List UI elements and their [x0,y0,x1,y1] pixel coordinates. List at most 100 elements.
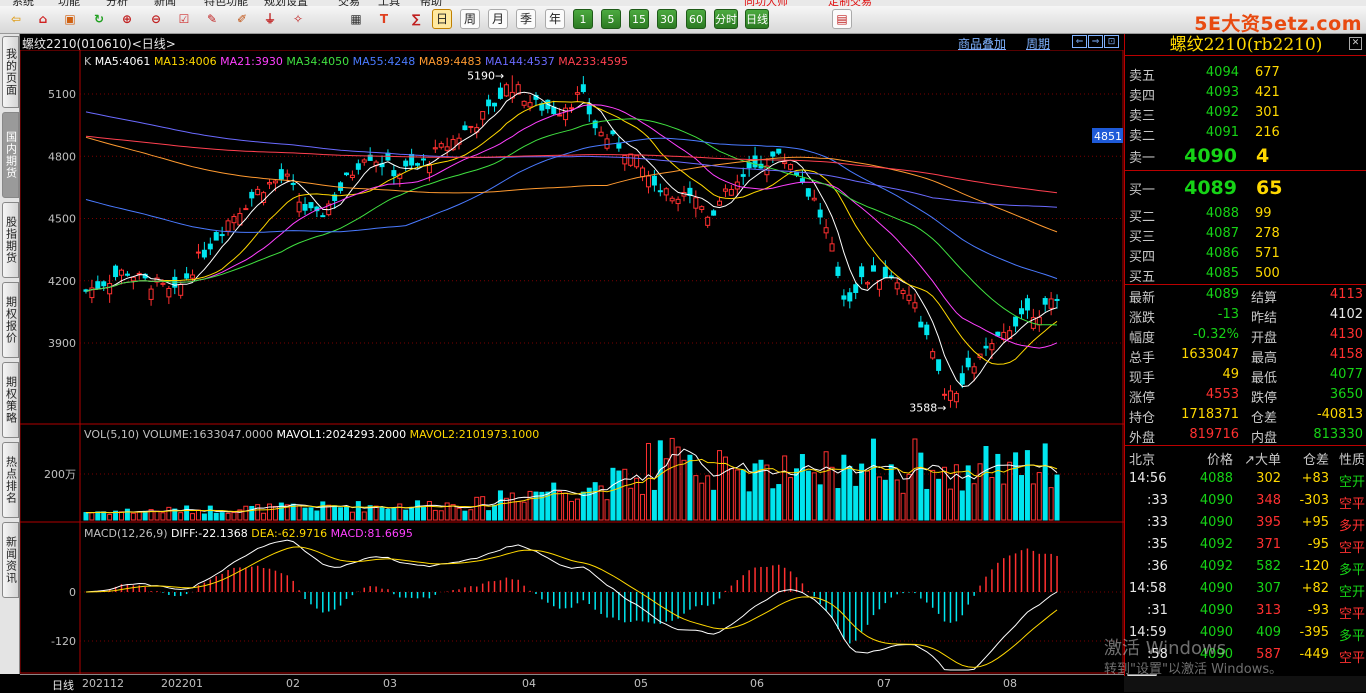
candle-body [302,203,308,211]
volume-bar [539,491,545,521]
period-button[interactable]: 30 [657,9,677,29]
brush-icon[interactable]: ✐ [232,9,252,29]
volume-bar [1030,483,1036,521]
chart-title: 螺纹2210(010610)<日线> [22,37,176,51]
candle-body [645,175,651,188]
x-tick-label: 05 [634,677,648,690]
period-button[interactable]: 日线 [745,9,769,29]
legend: VOL(5,10) VOLUME:1633047.0000 MAVOL1:202… [84,428,539,441]
price-tick-label: 4800 [48,150,76,163]
period-button[interactable]: 60 [686,9,706,29]
stock-check-icon[interactable]: ☑ [174,9,194,29]
tick-oi-change: -95 [1307,537,1329,552]
volume-bar [1001,483,1007,521]
period-button[interactable]: 15 [629,9,649,29]
ask-volume: 677 [1255,65,1280,80]
candle-body [634,155,640,168]
tick-time: :33 [1147,515,1168,530]
period-button[interactable]: 季 [516,9,536,29]
bid-price: 4088 [1205,206,1239,221]
fn-icon[interactable]: ∑ [406,9,426,29]
bid-volume: 99 [1255,206,1272,221]
volume-bar [829,466,835,521]
volume-bar [681,459,687,521]
ticks-header: 性质 [1338,453,1365,468]
volume-bar [634,477,640,521]
candle-body [130,276,136,282]
zoom-out-icon[interactable]: ⊖ [146,9,166,29]
prev-page-icon[interactable]: ⇐ [1072,35,1087,48]
sell-icon[interactable]: T [374,9,394,29]
volume-bar [391,508,397,521]
refresh-icon[interactable]: ↻ [89,9,109,29]
period-button[interactable]: 1 [573,9,593,29]
volume-bar [663,458,669,521]
volume-bar [699,482,705,521]
vol-tick-label: 200万 [44,468,76,481]
volume-bar [89,512,95,521]
filter-icon[interactable]: ⏚ [260,9,280,29]
tick-nature: 空平 [1338,541,1365,556]
price-tick-label: 5100 [48,88,76,101]
candle-body [888,275,894,278]
candle-body [255,188,261,196]
candle-body [628,153,634,166]
candle-body [574,92,580,95]
candle-body [794,172,800,176]
ma-line [85,91,1058,388]
period-button[interactable]: 年 [545,9,565,29]
period-button[interactable]: 月 [488,9,508,29]
candle-body [829,243,835,252]
chart-area[interactable]: 5100 4800 4500 4200 3900 200万 0 -120 K MA5:4061 … [19,34,1124,674]
volume-bar [983,446,989,521]
legend-item: VOLUME:1633047.0000 [143,428,277,441]
price-tick-label: 3900 [48,337,76,350]
candle-body [1054,298,1060,301]
volume-bar [438,510,444,521]
bid-label: 买二 [1129,210,1156,225]
left-tab[interactable]: 期权策略 [2,362,19,438]
grid-icon[interactable]: ▦ [346,9,366,29]
volume-bar [942,466,948,521]
volume-bar [640,493,646,521]
left-tab[interactable]: 期权报价 [2,282,19,358]
close-icon[interactable]: ✕ [1349,37,1362,50]
next-page-icon[interactable]: ⇒ [1088,35,1103,48]
stat-value: 49 [1222,367,1239,382]
commodity-overlay-link[interactable]: 商品叠加 [958,35,1006,52]
zoom-in-icon[interactable]: ⊕ [117,9,137,29]
left-tab[interactable]: 热点排名 [2,442,19,518]
stat-label: 内盘 [1251,431,1278,446]
volume-bar [107,513,113,521]
tv-icon[interactable]: ▣ [60,9,80,29]
left-tab[interactable]: 新闻资讯 [2,522,19,598]
volume-bar [136,511,142,521]
tick-price: 4092 [1199,537,1233,552]
tick-volume: 307 [1256,581,1281,596]
left-tab[interactable]: 我的页面 [2,36,19,108]
stat-value: -13 [1217,307,1239,322]
volume-bar [314,510,320,521]
pen-icon[interactable]: ✎ [202,9,222,29]
tick-price: 4088 [1199,471,1233,486]
bid-label: 买四 [1129,250,1156,265]
left-tab[interactable]: 股指期货 [2,202,19,278]
volume-bar [888,464,894,521]
divider [1125,445,1366,446]
new-icon[interactable]: ✧ [288,9,308,29]
period-button[interactable]: 分时 [714,9,738,29]
period-button[interactable]: 5 [601,9,621,29]
volume-bar [722,456,728,521]
kline-chart[interactable]: 5100 4800 4500 4200 3900 200万 0 -120 K MA5:4061 … [19,34,1124,674]
home-icon[interactable]: ⌂ [33,9,53,29]
restore-icon[interactable]: ⊡ [1104,35,1119,48]
period-link[interactable]: 周期 [1026,35,1050,52]
back-icon[interactable]: ⇦ [6,9,26,29]
period-button[interactable]: 日 [432,9,452,29]
grid-view-icon[interactable]: ▤ [832,9,852,29]
candle-body [557,114,563,117]
candle-body [569,107,574,110]
period-button[interactable]: 周 [460,9,480,29]
volume-bar [1042,443,1048,521]
left-tab[interactable]: 国内期货 [2,112,19,198]
